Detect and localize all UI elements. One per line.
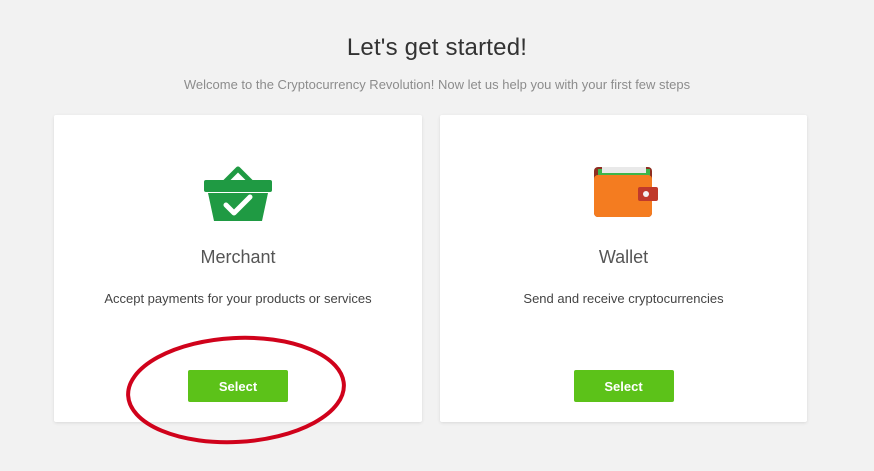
shopping-basket-check-icon	[204, 166, 272, 221]
merchant-select-button[interactable]: Select	[188, 370, 288, 402]
wallet-card: Wallet Send and receive cryptocurrencies…	[440, 115, 807, 422]
merchant-title: Merchant	[200, 247, 276, 267]
merchant-description: Accept payments for your products or ser…	[104, 291, 372, 306]
wallet-title: Wallet	[598, 247, 649, 267]
wallet-description: Send and receive cryptocurrencies	[523, 291, 724, 306]
wallet-icon	[593, 167, 658, 217]
wallet-select-button[interactable]: Select	[573, 370, 674, 402]
page-subheading: Welcome to the Cryptocurrency Revolution…	[183, 77, 691, 92]
merchant-card: Merchant Accept payments for your produc…	[54, 115, 422, 422]
page-heading: Let's get started!	[346, 34, 528, 61]
